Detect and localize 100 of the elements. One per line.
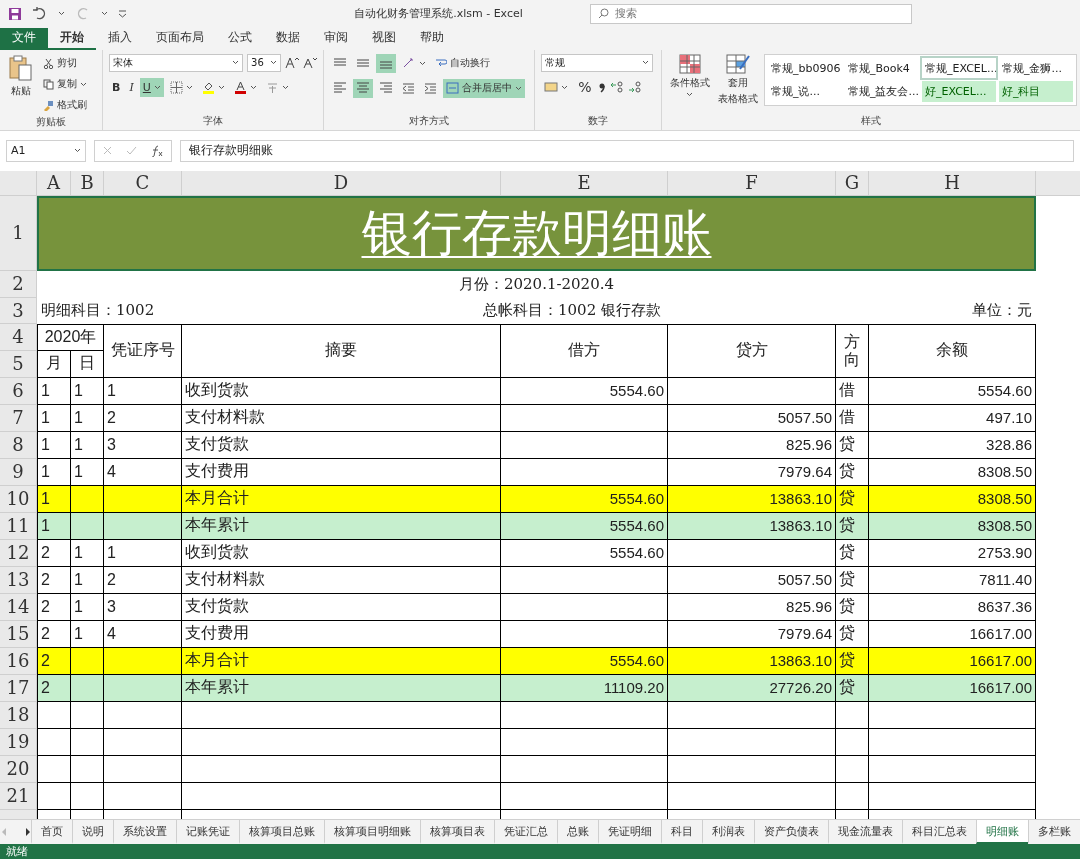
ribbon-tab[interactable]: 视图 [360, 27, 408, 50]
ribbon-tab[interactable]: 帮助 [408, 27, 456, 50]
sheet-tab[interactable]: 多栏账 [1028, 820, 1080, 844]
sheet-tab[interactable]: 核算项目总账 [239, 820, 324, 844]
format-as-table-button[interactable]: 套用 表格格式 [716, 53, 760, 114]
merge-center-button[interactable]: 合并后居中 [443, 78, 526, 98]
cancel-icon[interactable] [103, 146, 112, 156]
function-icon[interactable] [151, 144, 163, 157]
wrap-text-button[interactable]: 自动换行 [432, 53, 494, 73]
sheet-tab[interactable]: 系统设置 [113, 820, 176, 844]
ribbon-tab[interactable]: 数据 [264, 27, 312, 50]
brush-icon [43, 99, 54, 111]
column-header[interactable]: C [104, 170, 182, 196]
grow-font-icon[interactable] [285, 56, 300, 69]
customize-icon[interactable] [118, 9, 127, 19]
row-header[interactable]: 10 [0, 485, 37, 513]
column-header[interactable]: H [869, 170, 1036, 196]
formula-field[interactable]: 银行存款明细账 [180, 139, 1074, 162]
paste-button[interactable]: 粘贴 [6, 53, 36, 115]
caret-icon [74, 148, 81, 154]
sheet-tab[interactable]: 科目 [661, 820, 702, 844]
sheet-tab[interactable]: 现金流量表 [828, 820, 902, 844]
next-sheet-icon[interactable] [24, 828, 31, 836]
percent-button[interactable]: % [575, 77, 595, 97]
table-cell: 贷 [836, 647, 869, 675]
row-header[interactable]: 3 [0, 297, 37, 324]
sheet-tab[interactable]: 利润表 [702, 820, 754, 844]
ribbon-tab[interactable]: 审阅 [312, 27, 360, 50]
row-header[interactable]: 13 [0, 566, 37, 594]
row-header[interactable]: 2 [0, 270, 37, 298]
table-cell [71, 674, 104, 702]
sheet-tab[interactable]: 首页 [31, 820, 72, 844]
number-format-field[interactable]: 常规 [541, 53, 654, 72]
save-icon[interactable] [8, 6, 22, 21]
copy-button[interactable]: 复制 [40, 74, 90, 94]
sheet-tab[interactable]: 凭证汇总 [494, 820, 557, 844]
increase-decimal-icon[interactable] [610, 81, 625, 94]
group-label: 样式 [860, 113, 882, 128]
sheet-tab[interactable]: 说明 [72, 820, 113, 844]
column-header[interactable]: D [182, 170, 501, 196]
sheet-tab[interactable]: 核算项目明细账 [324, 820, 420, 844]
row-header[interactable]: 6 [0, 377, 37, 405]
sheet-tab[interactable]: 记账凭证 [176, 820, 239, 844]
cut-button[interactable]: 剪切 [40, 53, 90, 73]
row-header[interactable]: 5 [0, 350, 37, 378]
row-header[interactable]: 11 [0, 512, 37, 540]
font-name-field[interactable]: 宋体 [109, 53, 244, 72]
format-painter-button[interactable]: 格式刷 [40, 95, 90, 115]
row-header[interactable]: 4 [0, 323, 37, 351]
column-header[interactable]: A [37, 170, 71, 196]
check-icon[interactable] [126, 146, 137, 156]
ribbon-tab[interactable]: 公式 [216, 27, 264, 50]
group-label: 数字 [587, 113, 610, 128]
sheet-tab[interactable]: 明细账 [976, 820, 1028, 844]
row-header[interactable]: 12 [0, 539, 37, 567]
row-header[interactable]: 15 [0, 620, 37, 648]
align-button[interactable] [376, 53, 397, 73]
column-header[interactable]: F [668, 170, 836, 196]
sheet-title: 银行存款明细账 [37, 195, 1036, 271]
column-header[interactable]: E [501, 170, 668, 196]
italic-button[interactable]: I [126, 77, 137, 97]
previous-sheet-icon[interactable] [0, 828, 7, 836]
table-cell: 3 [104, 593, 182, 621]
ribbon-tab[interactable]: 页面布局 [144, 27, 216, 50]
row-header[interactable]: 21 [0, 782, 37, 810]
ribbon-tab[interactable]: 文件 [0, 27, 48, 50]
bold-button[interactable]: B [109, 77, 124, 97]
font-size-field[interactable]: 36 [247, 53, 282, 72]
cell-style-item[interactable]: 好_科目 [999, 81, 1073, 102]
undo-icon[interactable] [32, 6, 48, 21]
row-header[interactable]: 1 [0, 195, 37, 271]
row-header[interactable]: 18 [0, 701, 37, 729]
comma-icon[interactable] [598, 81, 607, 94]
cell-style-item[interactable]: 好_EXCEL... [922, 81, 996, 102]
decrease-decimal-icon[interactable] [628, 81, 643, 94]
table-cell: 5554.60 [501, 512, 668, 540]
name-box[interactable]: A1 [6, 139, 86, 162]
sheet-tab[interactable]: 核算项目表 [420, 820, 494, 844]
shrink-font-icon[interactable] [303, 56, 318, 69]
column-header[interactable]: B [71, 170, 104, 196]
column-header[interactable]: G [836, 170, 869, 196]
row-header[interactable]: 20 [0, 755, 37, 783]
sheet-tab[interactable]: 总账 [557, 820, 598, 844]
row-header[interactable]: 16 [0, 647, 37, 675]
sheet-tab[interactable]: 凭证明细 [598, 820, 661, 844]
caret-icon [153, 84, 161, 90]
row-header[interactable]: 19 [0, 728, 37, 756]
merge-icon [446, 82, 460, 95]
row-header[interactable]: 7 [0, 404, 37, 432]
row-header[interactable]: 8 [0, 431, 37, 459]
sheet-tab[interactable]: 资产负债表 [754, 820, 828, 844]
paint-bucket-icon [201, 80, 215, 94]
conditional-format-button[interactable]: 条件格式 [668, 53, 712, 114]
search-field[interactable]: 搜索 [590, 3, 912, 24]
align-button[interactable] [353, 78, 374, 98]
row-header[interactable]: 17 [0, 674, 37, 702]
row-header[interactable]: 9 [0, 458, 37, 486]
row-header[interactable]: 14 [0, 593, 37, 621]
underline-button[interactable]: U [139, 77, 164, 97]
ribbon-tab[interactable]: 插入 [96, 27, 144, 50]
